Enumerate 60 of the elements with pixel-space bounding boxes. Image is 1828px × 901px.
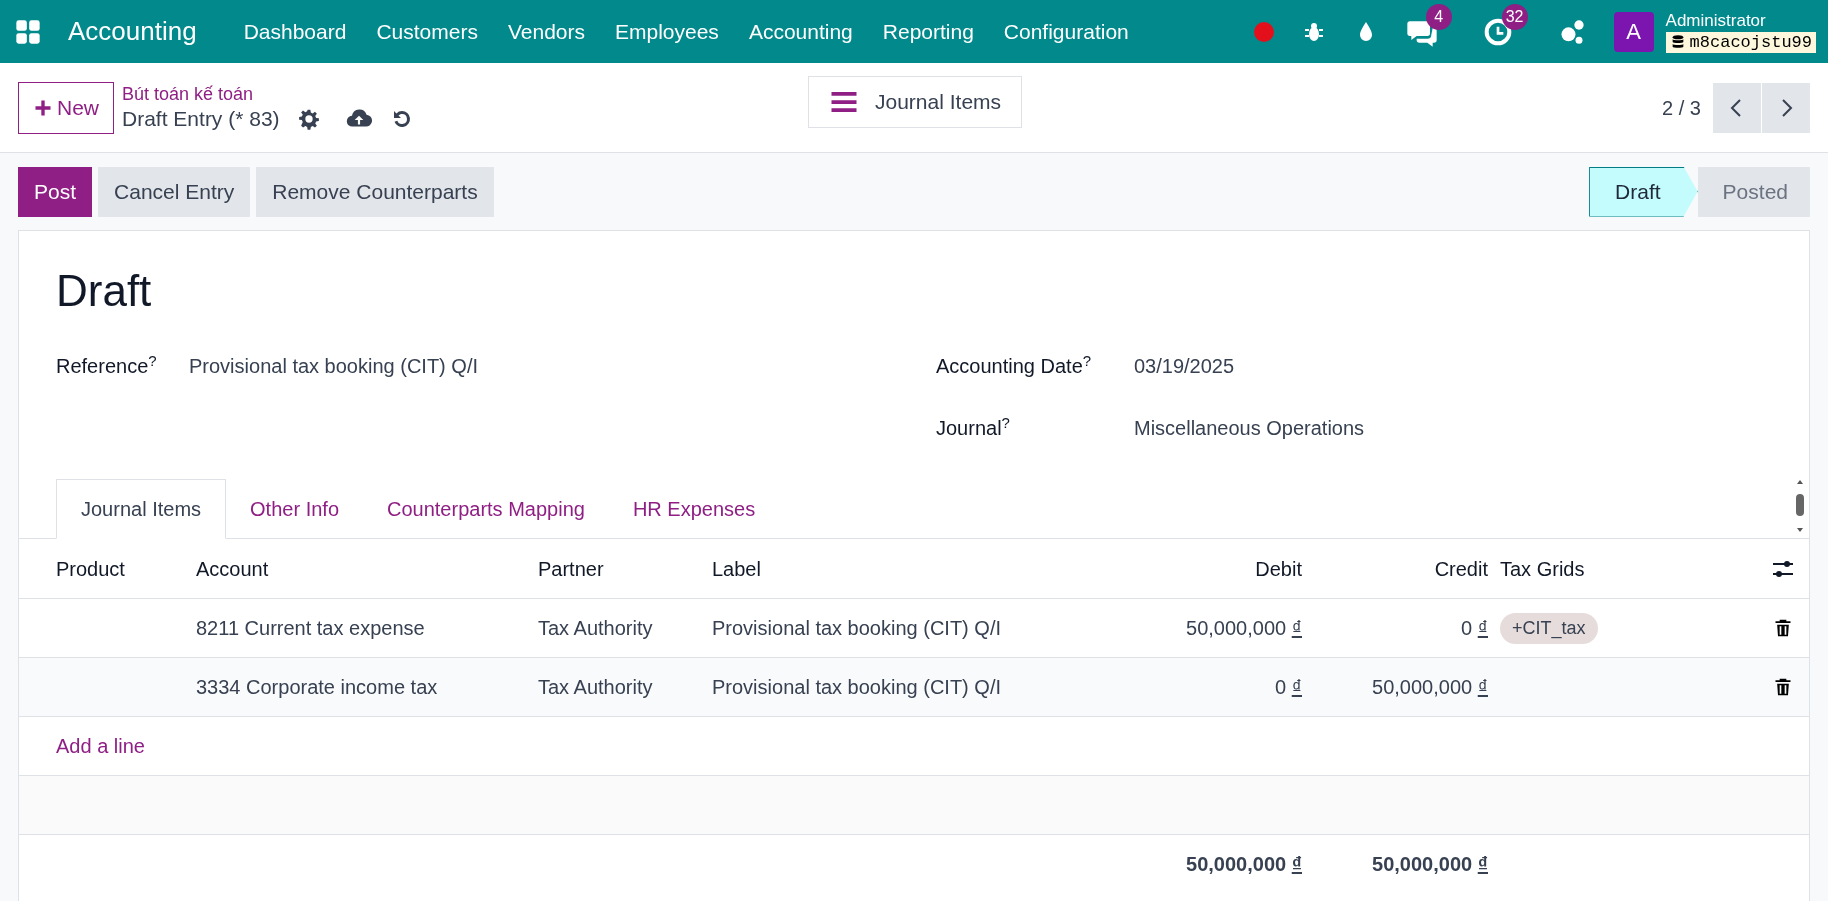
message-count-badge: 4 <box>1425 3 1452 30</box>
record-name: Draft Entry (* 83) <box>122 105 280 132</box>
new-button[interactable]: New <box>18 81 114 134</box>
scrollbar-drawing <box>1794 479 1806 533</box>
user-avatar[interactable]: A <box>1613 11 1654 52</box>
trash-icon[interactable] <box>1773 618 1793 638</box>
menu-item[interactable]: Dashboard <box>228 15 362 48</box>
table-cell-text: Provisional tax booking (CIT) Q/I <box>712 616 1002 641</box>
total-debit: 50,000,000 ₫ <box>1186 853 1302 875</box>
field-value[interactable]: Miscellaneous Operations <box>1134 413 1365 443</box>
table-cell-text: 8211 Current tax expense <box>196 616 426 641</box>
table-cell: 50,000,000 ₫ <box>1186 617 1302 639</box>
column-header[interactable]: Label <box>712 553 1012 584</box>
action-button[interactable]: Post <box>18 166 93 217</box>
table-cell-text: Tax Authority <box>538 675 654 700</box>
table-cell-text: Provisional tax booking (CIT) Q/I <box>712 675 1002 700</box>
menu-item[interactable]: Reporting <box>867 15 989 48</box>
menu-item[interactable]: Customers <box>361 15 493 48</box>
tab[interactable]: Counterparts Mapping <box>363 479 609 539</box>
tax-grid-tag: +CIT_tax <box>1500 612 1598 644</box>
column-header[interactable]: Credit <box>1302 553 1488 584</box>
trash-icon[interactable] <box>1773 677 1793 697</box>
action-button[interactable]: Cancel Entry <box>98 166 251 217</box>
tab[interactable]: Other Info <box>226 479 363 539</box>
column-header[interactable]: Debit <box>1012 553 1302 584</box>
column-header[interactable]: Product <box>56 553 196 584</box>
menu-item[interactable]: Vendors <box>492 15 600 48</box>
pager-value[interactable]: 2 / 3 <box>1662 92 1701 123</box>
table-cell: 50,000,000 ₫ <box>1372 676 1488 698</box>
status-step[interactable]: Posted <box>1697 166 1810 217</box>
table-cell: 0 ₫ <box>1461 617 1488 639</box>
table-cell-text: 3334 Corporate income tax <box>196 675 439 700</box>
menu-item[interactable]: Configuration <box>988 15 1144 48</box>
column-header[interactable]: Partner <box>538 553 712 584</box>
table-cell: 0 ₫ <box>1275 676 1302 698</box>
field-value[interactable]: Provisional tax booking (CIT) Q/I <box>189 351 478 381</box>
apps-menu-icon[interactable] <box>14 17 42 46</box>
tab[interactable]: Journal Items <box>56 479 227 539</box>
database-label: m8cacojstu99 <box>1665 31 1816 53</box>
action-button[interactable]: Remove Counterparts <box>256 166 494 217</box>
view-switch-button[interactable]: Journal Items <box>808 76 1023 128</box>
field-value[interactable]: 03/19/2025 <box>1134 351 1235 381</box>
record-title: Draft <box>56 269 153 313</box>
app-name[interactable]: Accounting <box>68 12 197 51</box>
status-step[interactable]: Draft <box>1589 166 1698 217</box>
field-label: Accounting Date$^{?}$ <box>936 351 1093 379</box>
user-name[interactable]: Administrator <box>1665 10 1816 32</box>
total-credit: 50,000,000 ₫ <box>1372 853 1488 875</box>
table-cell-text: Tax Authority <box>538 616 654 641</box>
column-header[interactable]: Account <box>196 553 538 584</box>
field-label: Reference$^{?}$ <box>56 351 158 379</box>
tab[interactable]: HR Expenses <box>608 479 780 539</box>
gear-icon[interactable] <box>297 107 320 130</box>
add-line-link[interactable]: Add a line <box>56 731 145 761</box>
menu-item[interactable]: Accounting <box>733 15 868 48</box>
field-label: Journal$^{?}$ <box>936 413 1011 441</box>
activity-count-badge: 32 <box>1501 3 1528 30</box>
menu-item[interactable]: Employees <box>600 15 734 48</box>
breadcrumb-link[interactable]: Bút toán kế toán <box>122 83 414 106</box>
column-header[interactable]: Tax Grids <box>1488 553 1749 584</box>
